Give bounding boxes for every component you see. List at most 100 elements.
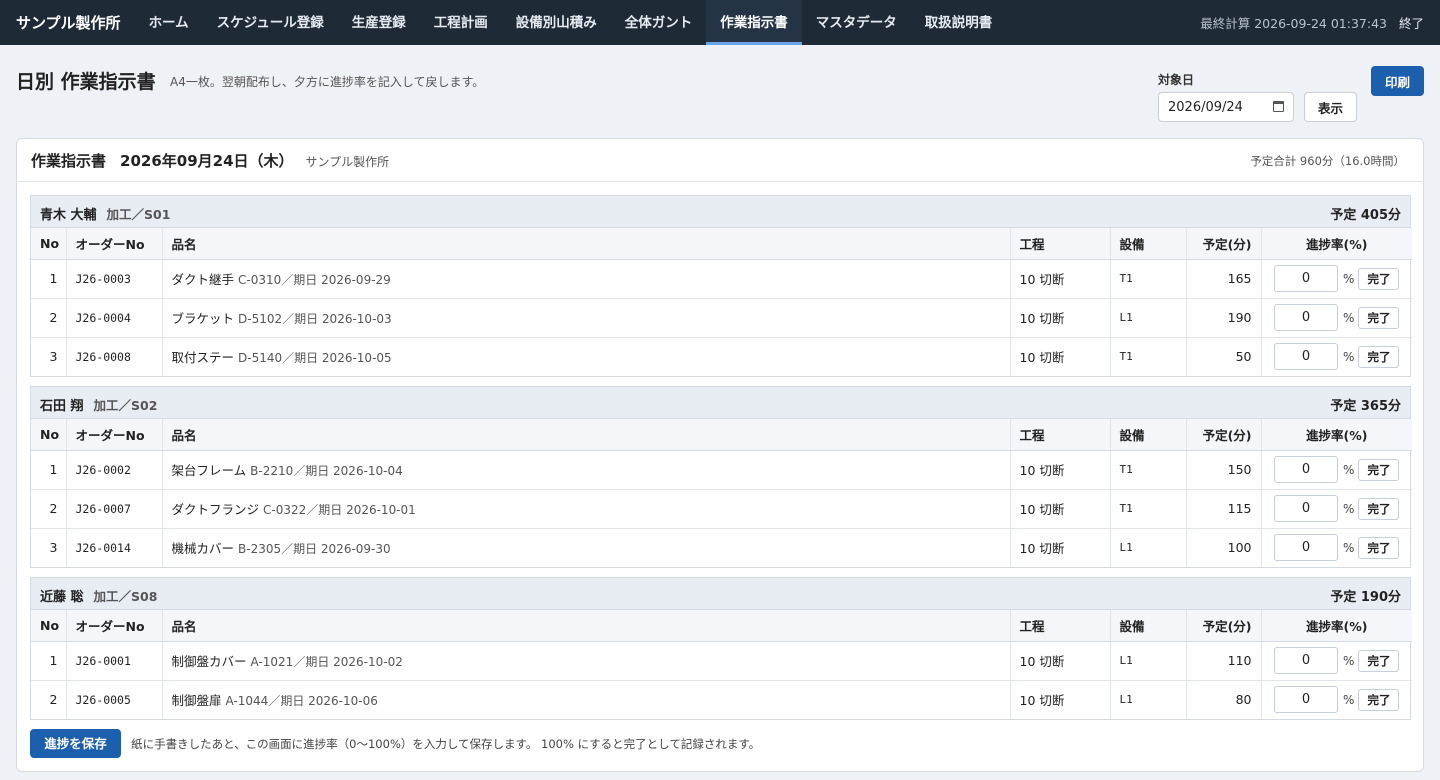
calendar-icon[interactable]	[1273, 101, 1284, 112]
nav-master-data[interactable]: マスタデータ	[802, 0, 911, 45]
date-input[interactable]: 2026/09/24	[1158, 92, 1294, 122]
row-no: 2	[31, 489, 67, 529]
equipment: L1	[1110, 528, 1187, 567]
complete-button[interactable]: 完了	[1358, 649, 1400, 672]
table-row: 2 J26-0004 ブラケット D-5102／期日 2026-10-03 10 切断…	[31, 298, 1412, 338]
save-progress-button[interactable]: 進捗を保存	[30, 729, 121, 758]
nav-work-instructions[interactable]: 作業指示書	[706, 0, 802, 45]
col-item: 品名	[162, 610, 1011, 642]
order-no: J26-0002	[66, 450, 163, 490]
complete-button[interactable]: 完了	[1358, 688, 1400, 711]
complete-button[interactable]: 完了	[1358, 497, 1400, 520]
worker-name: 近藤 聡	[40, 590, 84, 605]
planned-minutes: 110	[1186, 641, 1262, 681]
equipment: L1	[1110, 641, 1187, 681]
show-button[interactable]: 表示	[1304, 92, 1357, 122]
progress-input[interactable]: 0	[1274, 686, 1339, 714]
group-total: 予定 365分	[1330, 399, 1401, 414]
worker-station: 加工／S01	[106, 207, 171, 222]
nav-manual[interactable]: 取扱説明書	[911, 0, 1007, 45]
work-table: No オーダーNo 品名 工程 設備 予定(分) 進捗率(%) 1 J26-0003 ダクト継手 …	[31, 228, 1412, 376]
table-row: 3 J26-0014 機械カバー B-2305／期日 2026-09-30 10 切断…	[31, 528, 1412, 567]
logout-link[interactable]: 終了	[1399, 13, 1424, 32]
sheet-title-line: 作業指示書 2026年09月24日（木） サンプル製作所	[31, 150, 389, 171]
item-detail: D-5102／期日 2026-10-03	[238, 312, 392, 326]
worker-station: 加工／S08	[93, 589, 158, 604]
nav-schedule-entry[interactable]: スケジュール登録	[203, 0, 338, 45]
percent-unit: %	[1343, 271, 1355, 286]
item-detail: B-2210／期日 2026-10-04	[250, 464, 403, 478]
row-no: 3	[31, 337, 67, 376]
progress-input[interactable]: 0	[1274, 304, 1339, 331]
complete-button[interactable]: 完了	[1358, 306, 1400, 329]
progress-input[interactable]: 0	[1274, 456, 1339, 483]
table-header-row: No オーダーNo 品名 工程 設備 予定(分) 進捗率(%)	[31, 228, 1412, 260]
order-no: J26-0007	[66, 489, 163, 529]
sheet-total: 予定合計 960分（16.0時間）	[1250, 154, 1405, 168]
date-label: 対象日	[1158, 73, 1195, 87]
equipment: T1	[1110, 450, 1187, 490]
progress-cell: 0% 完了	[1261, 680, 1412, 719]
table-row: 3 J26-0008 取付ステー D-5140／期日 2026-10-05 10 切断…	[31, 337, 1412, 376]
progress-cell: 0% 完了	[1261, 489, 1412, 529]
date-value: 2026/09/24	[1168, 99, 1243, 115]
item-detail: B-2305／期日 2026-09-30	[238, 542, 391, 557]
item-name: 機械カバー	[171, 541, 235, 557]
sheet-date: 2026年09月24日（木）	[120, 152, 294, 170]
brand-name[interactable]: サンプル製作所	[16, 12, 121, 33]
col-progress: 進捗率(%)	[1261, 610, 1412, 642]
work-instruction-sheet: 作業指示書 2026年09月24日（木） サンプル製作所 予定合計 960分（16.…	[16, 138, 1424, 772]
group-header: 石田 翔加工／S02 予定 365分	[31, 387, 1410, 419]
progress-input[interactable]: 0	[1274, 647, 1339, 674]
item-detail: A-1044／期日 2026-10-06	[225, 694, 378, 709]
item-name: 取付ステー	[171, 350, 235, 366]
col-order: オーダーNo	[66, 610, 163, 642]
percent-unit: %	[1343, 501, 1355, 516]
nav-home[interactable]: ホーム	[135, 0, 203, 45]
order-no: J26-0008	[66, 337, 163, 376]
planned-minutes: 80	[1186, 680, 1262, 719]
progress-cell: 0% 完了	[1261, 259, 1412, 299]
complete-button[interactable]: 完了	[1358, 267, 1400, 290]
col-plan: 予定(分)	[1186, 610, 1262, 642]
nav-equipment-load[interactable]: 設備別山積み	[502, 0, 611, 45]
complete-button[interactable]: 完了	[1358, 536, 1400, 559]
item-cell: 取付ステー D-5140／期日 2026-10-05	[162, 337, 1011, 376]
progress-input[interactable]: 0	[1274, 265, 1339, 292]
print-button[interactable]: 印刷	[1371, 66, 1424, 96]
col-no: No	[31, 610, 67, 642]
item-detail: A-1021／期日 2026-10-02	[250, 655, 403, 669]
complete-button[interactable]: 完了	[1358, 345, 1400, 368]
nav-production-entry[interactable]: 生産登録	[338, 0, 420, 45]
progress-input[interactable]: 0	[1274, 495, 1339, 522]
row-no: 1	[31, 641, 67, 681]
percent-unit: %	[1343, 349, 1355, 364]
item-name: ダクト継手	[171, 272, 235, 287]
planned-minutes: 115	[1186, 489, 1262, 529]
progress-input[interactable]: 0	[1274, 343, 1339, 371]
nav-links: ホーム スケジュール登録 生産登録 工程計画 設備別山積み 全体ガント 作業指示…	[135, 0, 1007, 45]
sheet-header: 作業指示書 2026年09月24日（木） サンプル製作所 予定合計 960分（16.…	[17, 139, 1423, 182]
col-order: オーダーNo	[66, 228, 163, 260]
percent-unit: %	[1343, 653, 1355, 668]
nav-gantt[interactable]: 全体ガント	[611, 0, 707, 45]
equipment: T1	[1110, 337, 1187, 376]
col-plan: 予定(分)	[1186, 419, 1262, 451]
item-detail: C-0322／期日 2026-10-01	[263, 503, 416, 517]
progress-cell: 0% 完了	[1261, 298, 1412, 338]
table-row: 1 J26-0002 架台フレーム B-2210／期日 2026-10-04 10 切…	[31, 450, 1412, 490]
item-cell: ブラケット D-5102／期日 2026-10-03	[162, 298, 1011, 338]
equipment: L1	[1110, 680, 1187, 719]
complete-button[interactable]: 完了	[1358, 458, 1400, 481]
last-calc-timestamp: 最終計算 2026-09-24 01:37:43	[1200, 16, 1387, 31]
progress-input[interactable]: 0	[1274, 534, 1339, 562]
nav-process-plan[interactable]: 工程計画	[420, 0, 502, 45]
col-order: オーダーNo	[66, 419, 163, 451]
progress-cell: 0% 完了	[1261, 450, 1412, 490]
planned-minutes: 150	[1186, 450, 1262, 490]
process: 10 切断	[1010, 298, 1111, 338]
item-name: ダクトフランジ	[171, 502, 260, 517]
process: 10 切断	[1010, 337, 1111, 376]
group-total: 予定 190分	[1330, 590, 1401, 605]
table-header-row: No オーダーNo 品名 工程 設備 予定(分) 進捗率(%)	[31, 610, 1412, 642]
